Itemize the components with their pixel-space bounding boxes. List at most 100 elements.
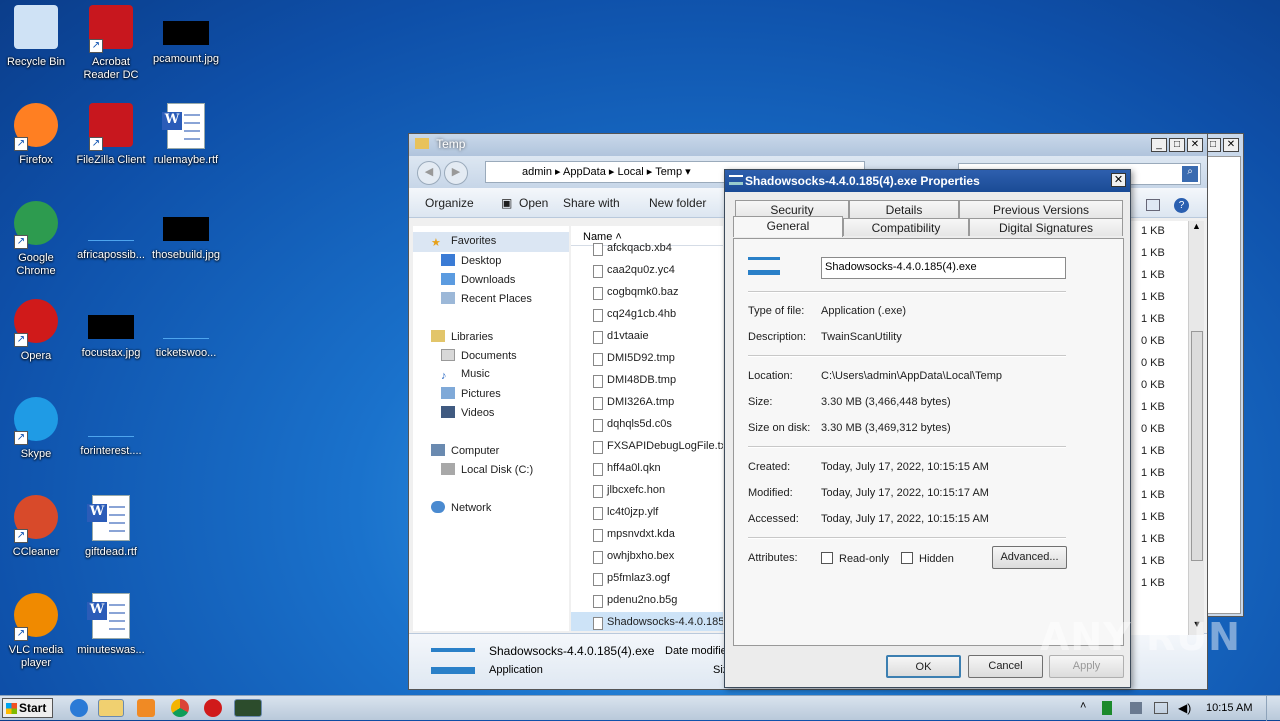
share-with-menu[interactable]: Share with [563, 196, 620, 210]
file-size: 1 KB [1141, 445, 1165, 457]
nav-videos[interactable]: Videos [441, 406, 494, 419]
tray-expand-icon[interactable]: ˄ [1080, 700, 1086, 712]
organize-menu[interactable]: Organize [425, 196, 474, 210]
open-button[interactable]: Open [519, 196, 548, 210]
desktop-icon-firefox[interactable]: ↗ Firefox [0, 103, 72, 167]
desktop-icon-africapossib[interactable]: africapossib... [75, 201, 147, 262]
start-button[interactable]: Start [2, 698, 53, 718]
file-row[interactable]: pdenu2no.b5g [571, 590, 723, 612]
file-row[interactable]: Shadowsocks-4.4.0.185 [571, 612, 723, 631]
file-row[interactable]: d1vtaaie [571, 326, 723, 348]
tab-compatibility[interactable]: Compatibility [843, 218, 969, 236]
file-row[interactable]: p5fmlaz3.ogf [571, 568, 723, 590]
chrome-icon[interactable] [171, 699, 189, 717]
readonly-checkbox[interactable] [821, 552, 833, 564]
show-desktop-button[interactable] [1266, 696, 1280, 721]
file-row[interactable]: owhjbxho.bex [571, 546, 723, 568]
nav-libraries[interactable]: Libraries [431, 330, 493, 343]
file-row[interactable]: jlbcxefc.hon [571, 480, 723, 502]
file-row[interactable]: afckqacb.xb4 [571, 238, 723, 260]
breadcrumb-temp[interactable]: Temp [655, 166, 682, 178]
desktop-icon-acrobat-reader-dc[interactable]: ↗ Acrobat Reader DC [75, 5, 147, 82]
file-row[interactable]: DMI326A.tmp [571, 392, 723, 414]
nav-recent-places[interactable]: Recent Places [441, 292, 532, 305]
opera-icon[interactable] [204, 699, 222, 717]
tab-general[interactable]: General [733, 216, 843, 237]
file-row[interactable]: mpsnvdxt.kda [571, 524, 723, 546]
view-options-icon[interactable] [1146, 199, 1160, 211]
file-row[interactable]: lc4t0jzp.ylf [571, 502, 723, 524]
file-name: p5fmlaz3.ogf [607, 572, 670, 584]
scroll-up-arrow[interactable]: ▲ [1189, 221, 1204, 237]
file-row[interactable]: cq24g1cb.4hb [571, 304, 723, 326]
scrollbar-thumb[interactable] [1191, 331, 1203, 561]
nav-favorites[interactable]: ★ Favorites [431, 235, 496, 249]
file-row[interactable]: caa2qu0z.yc4 [571, 260, 723, 282]
nav-local-disk[interactable]: Local Disk (C:) [441, 463, 533, 476]
desktop-icon-recycle-bin[interactable]: Recycle Bin [0, 5, 72, 69]
nav-documents[interactable]: Documents [441, 349, 517, 362]
help-icon[interactable]: ? [1174, 198, 1189, 213]
breadcrumb-local[interactable]: Local [617, 166, 643, 178]
desktop-icon-pcamount-jpg[interactable]: pcamount.jpg [150, 5, 222, 66]
vertical-scrollbar[interactable]: ▲ ▼ [1188, 221, 1204, 635]
desktop-icon-forinterest[interactable]: forinterest.... [75, 397, 147, 458]
tab-previous-versions[interactable]: Previous Versions [959, 200, 1123, 218]
back-button[interactable]: ◀ [417, 161, 441, 185]
image-file-icon [88, 315, 134, 339]
advanced-button[interactable]: Advanced... [992, 546, 1067, 569]
desktop-icon-rulemaybe-rtf[interactable]: Wrulemaybe.rtf [150, 103, 222, 167]
desktop-icon-minuteswas[interactable]: Wminuteswas... [75, 593, 147, 657]
desktop-icon-ccleaner[interactable]: ↗ CCleaner [0, 495, 72, 559]
nav-music[interactable]: ♪ Music [441, 368, 490, 382]
file-row[interactable]: cogbqmk0.baz [571, 282, 723, 304]
ok-button[interactable]: OK [886, 655, 961, 678]
desktop-icon-giftdead-rtf[interactable]: Wgiftdead.rtf [75, 495, 147, 559]
filename-field[interactable]: Shadowsocks-4.4.0.185(4).exe [821, 257, 1066, 279]
breadcrumb-admin[interactable]: admin [522, 166, 552, 178]
nav-pictures[interactable]: Pictures [441, 387, 501, 400]
new-folder-button[interactable]: New folder [649, 196, 706, 210]
nav-desktop[interactable]: Desktop [441, 254, 501, 267]
tray-volume-icon[interactable]: ◀) [1178, 701, 1191, 715]
desktop-icon-ticketswoo[interactable]: ticketswoo... [150, 299, 222, 360]
nav-downloads[interactable]: Downloads [441, 273, 515, 286]
modified-label: Modified: [748, 487, 793, 499]
file-row[interactable]: DMI5D92.tmp [571, 348, 723, 370]
media-player-icon[interactable] [137, 699, 155, 717]
hidden-checkbox[interactable] [901, 552, 913, 564]
file-icon [593, 485, 603, 498]
desktop-icon-focustax-jpg[interactable]: focustax.jpg [75, 299, 147, 360]
tray-display-icon[interactable] [1154, 702, 1168, 714]
file-icon [88, 217, 134, 241]
desktop-icon-vlc-media-player[interactable]: ↗ VLC media player [0, 593, 72, 670]
minimize-button[interactable]: _ [1151, 138, 1167, 152]
forward-button[interactable]: ▶ [444, 161, 468, 185]
desktop-icon-thosebuild-jpg[interactable]: thosebuild.jpg [150, 201, 222, 262]
ie-icon[interactable] [70, 699, 88, 717]
breadcrumb-appdata[interactable]: AppData [563, 166, 606, 178]
desktop-icon-opera[interactable]: ↗ Opera [0, 299, 72, 363]
close-button[interactable]: ✕ [1223, 138, 1239, 152]
shadowsocks-taskbar-icon[interactable] [234, 699, 262, 717]
file-row[interactable]: hff4a0l.qkn [571, 458, 723, 480]
tray-network-icon[interactable] [1102, 701, 1112, 715]
tab-digital-signatures[interactable]: Digital Signatures [969, 218, 1123, 236]
clock[interactable]: 10:15 AM [1206, 702, 1252, 714]
explorer-taskbar-icon[interactable] [98, 699, 124, 717]
close-button[interactable]: ✕ [1187, 138, 1203, 152]
nav-network[interactable]: Network [431, 501, 491, 514]
file-row[interactable]: dqhqls5d.c0s [571, 414, 723, 436]
nav-computer[interactable]: Computer [431, 444, 499, 457]
desktop-icon-filezilla-client[interactable]: ↗ FileZilla Client [75, 103, 147, 167]
desktop-icon-skype[interactable]: ↗ Skype [0, 397, 72, 461]
cancel-button[interactable]: Cancel [968, 655, 1043, 678]
maximize-button[interactable]: □ [1169, 138, 1185, 152]
file-row[interactable]: FXSAPIDebugLogFile.txt [571, 436, 723, 458]
file-row[interactable]: DMI48DB.tmp [571, 370, 723, 392]
file-name: cq24g1cb.4hb [607, 308, 677, 320]
tray-flag-icon[interactable] [1130, 702, 1142, 714]
close-button[interactable]: ✕ [1111, 173, 1126, 187]
tab-details[interactable]: Details [849, 200, 959, 218]
desktop-icon-google-chrome[interactable]: ↗ Google Chrome [0, 201, 72, 278]
